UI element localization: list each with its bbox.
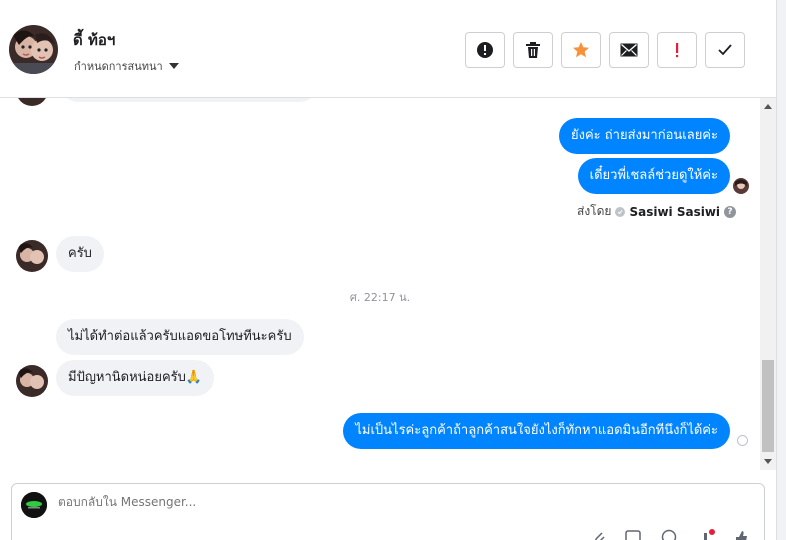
mark-spam-button[interactable] bbox=[465, 32, 505, 68]
follow-up-button[interactable] bbox=[657, 32, 697, 68]
contact-avatar-small bbox=[16, 98, 48, 106]
star-button[interactable] bbox=[561, 32, 601, 68]
label-icon[interactable] bbox=[698, 528, 716, 540]
reply-input[interactable] bbox=[58, 495, 578, 509]
inbox-conversation-pane: ดี้ ท้อฯ กำหนดการสนทนา ยังค่ะ ถ่ายส่งมาก… bbox=[0, 0, 786, 540]
contact-name[interactable]: ดี้ ท้อฯ bbox=[73, 28, 115, 52]
sent-by-name: Sasiwi Sasiwi bbox=[629, 204, 721, 219]
caret-down-icon bbox=[168, 63, 179, 69]
scrollbar-thumb[interactable] bbox=[762, 360, 774, 452]
message-bubble-outgoing[interactable]: ไม่เป็นไรค่ะลูกค้าถ้าลูกค้าสนใจยังไงก็ทั… bbox=[343, 413, 730, 449]
reply-composer[interactable] bbox=[11, 483, 765, 540]
envelope-icon bbox=[620, 43, 638, 57]
message-bubble-incoming[interactable]: มีปัญหานิดหน่อยครับ🙏 bbox=[56, 360, 215, 396]
scroll-up-icon[interactable] bbox=[764, 104, 772, 109]
message-thread[interactable]: ยังค่ะ ถ่ายส่งมาก่อนเลยค่ะ เดี๋ยวพี่เชลล… bbox=[0, 98, 760, 470]
thread-scrollbar[interactable] bbox=[760, 98, 776, 470]
like-icon[interactable] bbox=[732, 528, 750, 540]
saved-replies-icon[interactable] bbox=[624, 528, 642, 540]
mark-unread-button[interactable] bbox=[609, 32, 649, 68]
message-bubble-incoming[interactable]: ครับ bbox=[56, 236, 104, 272]
message-bubble-outgoing[interactable]: เดี๋ยวพี่เชลล์ช่วยดูให้ค่ะ bbox=[577, 158, 730, 194]
check-icon bbox=[718, 44, 732, 56]
conversation-actions bbox=[465, 32, 745, 68]
alert-circle-icon bbox=[477, 42, 493, 58]
contact-avatar-small bbox=[16, 365, 48, 397]
emoji-icon[interactable] bbox=[660, 528, 678, 540]
message-bubble-incoming-partial[interactable] bbox=[62, 98, 316, 102]
delete-button[interactable] bbox=[513, 32, 553, 68]
attachment-icon[interactable] bbox=[590, 528, 608, 540]
message-bubble-outgoing[interactable]: ยังค่ะ ถ่ายส่งมาก่อนเลยค่ะ bbox=[559, 118, 730, 154]
message-timestamp: ศ. 22:17 น. bbox=[349, 291, 411, 304]
exclamation-icon bbox=[676, 43, 679, 58]
page-avatar bbox=[21, 492, 47, 518]
star-icon bbox=[573, 42, 589, 58]
sent-by-prefix: ส่งโดย bbox=[577, 204, 612, 218]
mark-done-button[interactable] bbox=[705, 32, 745, 68]
assign-conversation-dropdown[interactable]: กำหนดการสนทนา bbox=[74, 57, 179, 75]
message-bubble-incoming[interactable]: ไม่ได้ทำต่อแล้วครับแอดขอโทษทีนะครับ bbox=[56, 319, 304, 355]
sent-by-line: ส่งโดย Sasiwi Sasiwi ? bbox=[577, 202, 737, 221]
assign-label: กำหนดการสนทนา bbox=[74, 60, 163, 73]
side-panel-edge bbox=[776, 0, 786, 540]
sender-avatar bbox=[733, 178, 749, 194]
scroll-down-icon[interactable] bbox=[764, 459, 772, 464]
conversation-header: ดี้ ท้อฯ กำหนดการสนทนา bbox=[0, 0, 776, 98]
trash-icon bbox=[526, 42, 540, 58]
verified-icon bbox=[615, 206, 626, 217]
contact-avatar-small bbox=[16, 240, 48, 272]
contact-avatar[interactable] bbox=[9, 25, 58, 74]
delivered-icon bbox=[737, 435, 748, 446]
help-icon[interactable]: ? bbox=[724, 205, 737, 218]
